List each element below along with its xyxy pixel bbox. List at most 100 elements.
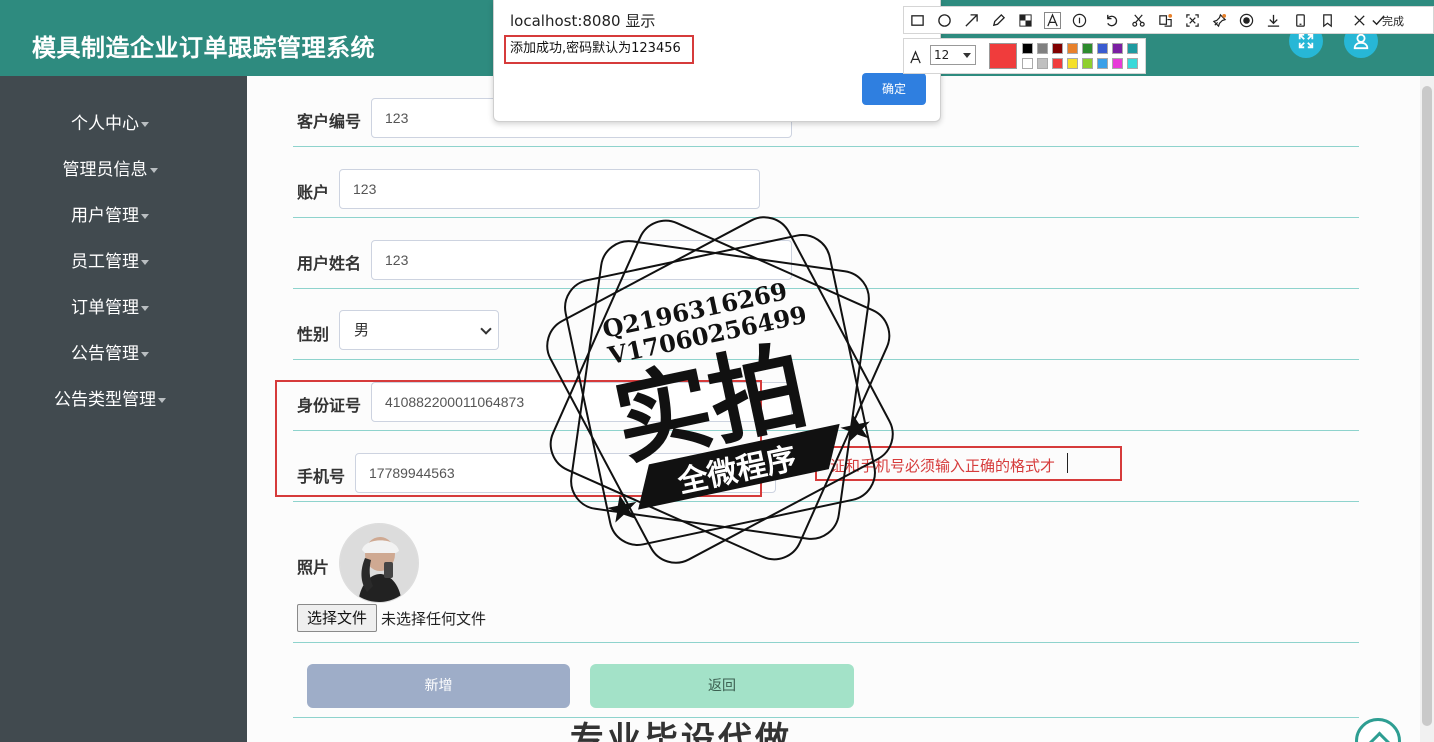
add-button[interactable]: 新增 [307,664,570,708]
color-swatch[interactable] [1097,43,1108,54]
alert-dialog: localhost:8080 显示 添加成功,密码默认为123456 确定 [493,0,941,122]
sidebar-item-staff-management[interactable]: 员工管理 [0,247,220,272]
no-file-text: 未选择任何文件 [381,610,487,628]
scan-tool[interactable] [1184,12,1201,29]
download-icon [1267,14,1280,27]
user-name-label: 用户姓名 [297,254,362,273]
sidebar: 个人中心 管理员信息 用户管理 员工管理 订单管理 公告管理 公告类型管理 [0,76,247,742]
caret-down-icon [141,305,149,311]
row-divider [293,146,1359,147]
download-tool[interactable] [1265,12,1282,29]
color-swatch[interactable] [1082,43,1093,54]
rectangle-icon [911,15,924,26]
sidebar-item-admin-info[interactable]: 管理员信息 [0,155,220,180]
scan-icon [1186,14,1199,27]
record-tool[interactable] [1238,12,1255,29]
mosaic-tool[interactable] [1017,12,1034,29]
dialog-title: localhost:8080 显示 [510,12,656,30]
sidebar-item-notice-type-management[interactable]: 公告类型管理 [0,385,220,410]
pin-icon [1212,13,1227,28]
color-swatch[interactable] [1052,58,1063,69]
ellipse-tool[interactable] [936,12,953,29]
color-swatch[interactable] [1037,43,1048,54]
phone-tool[interactable] [1292,12,1309,29]
scissors-icon [1132,14,1145,27]
number-marker-icon [1072,13,1087,28]
caret-down-icon [141,213,149,219]
caret-down-icon [141,121,149,127]
ocr-tool[interactable] [1157,12,1174,29]
undo-icon [1107,14,1118,27]
text-icon [1047,13,1058,27]
scrollbar-thumb[interactable] [1422,86,1432,726]
back-button[interactable]: 返回 [590,664,854,708]
text-style-bar: 12 [903,38,1146,74]
color-swatch[interactable] [1112,58,1123,69]
arrow-icon [965,14,978,27]
row-divider [293,501,1359,502]
watermark-bottom-text: 专业毕设代做 [570,720,792,742]
current-color-swatch[interactable] [989,43,1017,69]
row-divider [293,642,1359,643]
vertical-scrollbar[interactable] [1420,76,1434,742]
rectangle-tool[interactable] [909,12,926,29]
ocr-icon [1159,13,1173,27]
chevron-down-icon [480,323,492,335]
caret-down-icon [158,397,166,403]
color-swatch[interactable] [1022,43,1033,54]
font-size-select[interactable]: 12 [930,45,976,65]
color-swatch[interactable] [1127,43,1138,54]
caret-down-icon [141,351,149,357]
user-name-input[interactable]: 123 [371,240,792,280]
row-divider [293,359,1359,360]
text-tool[interactable] [1044,12,1061,29]
photo-label: 照片 [297,558,330,577]
color-swatch[interactable] [1112,43,1123,54]
bookmark-tool[interactable] [1319,12,1336,29]
bookmark-icon [1323,14,1332,28]
close-tool[interactable] [1351,12,1368,29]
account-input[interactable]: 123 [339,169,760,209]
pin-tool[interactable] [1211,12,1228,29]
text-caret [1067,453,1068,473]
color-swatch[interactable] [1022,58,1033,69]
gender-label: 性别 [297,325,330,344]
color-swatch[interactable] [1127,58,1138,69]
color-swatch[interactable] [1097,58,1108,69]
annotation-box-id-phone [275,380,762,497]
user-icon [1353,33,1369,50]
number-tool[interactable] [1071,12,1088,29]
mobile-icon [1296,14,1305,27]
pen-tool[interactable] [990,12,1007,29]
arrow-tool[interactable] [963,12,980,29]
color-swatch[interactable] [1067,43,1078,54]
choose-file-button[interactable]: 选择文件 [297,604,377,632]
annotation-hint-text: 证和手机号必须输入正确的格式才 [830,457,1056,475]
profile-photo [340,524,418,602]
sidebar-item-user-management[interactable]: 用户管理 [0,201,220,226]
caret-down-icon [141,259,149,265]
dialog-ok-button[interactable]: 确定 [862,73,926,105]
translate-tool[interactable] [1130,12,1147,29]
done-button[interactable]: 完成 [1382,13,1404,29]
row-divider [293,717,1359,718]
avatar [339,523,419,603]
customer-no-label: 客户编号 [297,112,362,131]
account-label: 账户 [297,183,330,202]
color-swatch[interactable] [1082,58,1093,69]
circle-icon [938,14,951,27]
sidebar-item-personal-center[interactable]: 个人中心 [0,109,220,134]
undo-tool[interactable] [1103,12,1120,29]
color-swatch[interactable] [1037,58,1048,69]
sidebar-item-order-management[interactable]: 订单管理 [0,293,220,318]
sidebar-item-notice-management[interactable]: 公告管理 [0,339,220,364]
app-title: 模具制造企业订单跟踪管理系统 [32,34,375,62]
font-icon [910,50,921,64]
caret-down-icon [149,167,158,173]
color-swatch[interactable] [1067,58,1078,69]
mosaic-icon [1019,14,1032,27]
gender-select[interactable]: 男 [339,310,499,350]
close-icon [1354,15,1365,26]
row-divider [293,217,1359,218]
color-swatch[interactable] [1052,43,1063,54]
